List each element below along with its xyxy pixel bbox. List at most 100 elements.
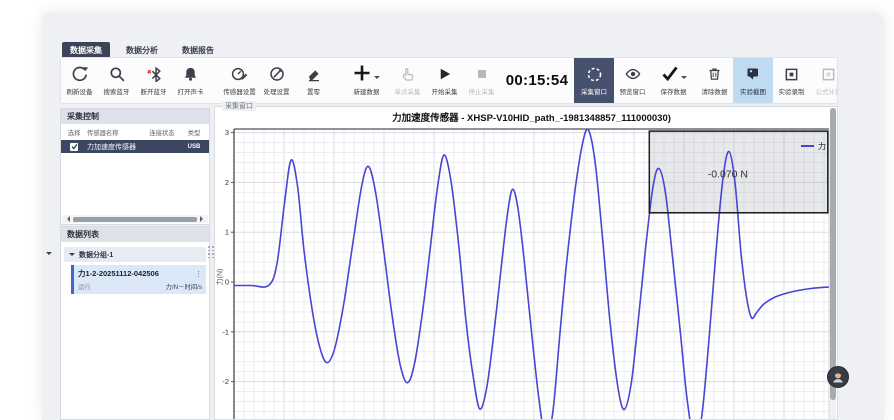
svg-text:2: 2 [225,178,229,187]
dashed-circle-icon [586,66,603,83]
disconnect-bluetooth-button[interactable]: 断开蓝牙 [135,58,172,103]
svg-text:-1: -1 [222,327,229,336]
data-group-row[interactable]: 数据分组-1 [64,247,206,262]
button-label: 置零 [307,86,320,96]
svg-text:1: 1 [225,228,229,237]
person-avatar-icon [831,370,845,384]
experiment-snapshot-button[interactable]: 实验截图 [733,58,773,103]
button-label: 刷新设备 [67,86,93,96]
button-label: 搜索蓝牙 [104,86,130,96]
button-label: 采集窗口 [581,86,607,96]
eye-icon [625,66,641,83]
search-bluetooth-button[interactable]: 搜索蓝牙 [98,58,135,103]
button-label: 打开声卡 [178,86,204,96]
force-time-chart[interactable]: 3 2 1 0 -1 -2 力(N) -0.070 N 力 力加速度传感器 - XHSP-V10H… [215,107,837,419]
start-collect-button[interactable]: 开始采集 [426,58,463,103]
eraser-icon [306,66,322,83]
edit-circle-icon [269,66,285,83]
formula-icon [821,66,836,83]
svg-text:力加速度传感器 - XHSP-V10HID_path_-19: 力加速度传感器 - XHSP-V10HID_path_-1981348857_1… [392,112,671,124]
timer-display: 00:15:54 [500,58,574,103]
play-icon [437,66,452,83]
single-point-collect-button[interactable]: 单点采集 [389,58,426,103]
button-label: 保存数据 [661,86,687,96]
trash-icon [707,66,722,83]
search-icon [109,66,125,83]
svg-text:力(N): 力(N) [215,269,224,286]
sensor-table-header: 选择 传感器名称 连接状态 类型 [61,124,209,140]
refresh-icon [72,66,88,83]
formula-calc-button[interactable]: 公式计算 [810,58,838,103]
button-label: 停止采集 [469,86,495,96]
col-type: 类型 [181,128,207,137]
bell-icon [183,66,198,83]
app-window: 数据采集 数据分析 数据报告 刷新设备 搜索蓝牙 断开蓝牙 打开声卡 传感器设置… [0,0,894,420]
data-list-panel: 数据列表 数据分组-1 力1-2-20251112-042506 ⋮ 运行 力/… [60,226,210,420]
item-axes: 力/N－时间/s [166,282,202,291]
save-data-button[interactable]: 保存数据 [651,58,696,103]
experiment-record-button[interactable]: 实验录制 [773,58,810,103]
col-connect-status: 连接状态 [143,128,181,137]
snapshot-icon [745,66,761,83]
button-label: 公式计算 [816,86,839,96]
stop-icon [475,66,489,83]
svg-text:0: 0 [225,278,229,287]
expand-arrow-icon[interactable] [69,253,75,259]
horizontal-scrollbar[interactable] [62,215,208,223]
sensor-checkbox[interactable] [70,143,78,151]
item-status: 运行 [78,282,91,291]
stop-collect-button[interactable]: 停止采集 [463,58,500,103]
bluetooth-disconnect-icon [146,66,162,83]
button-label: 预览窗口 [620,86,646,96]
data-list-item[interactable]: 力1-2-20251112-042506 ⋮ 运行 力/N－时间/s [71,265,206,294]
collect-control-panel: 采集控制 选择 传感器名称 连接状态 类型 力加速度传感器 USB [60,108,210,225]
button-label: 开始采集 [432,86,458,96]
scrollbar-thumb[interactable] [830,108,836,400]
chart-groupbox-label: 采集窗口 [222,101,256,111]
col-sensor-name: 传感器名称 [87,128,143,137]
svg-text:-2: -2 [222,377,229,386]
group-label: 数据分组-1 [79,250,113,260]
collect-window-chart-panel[interactable]: 3 2 1 0 -1 -2 力(N) -0.070 N 力 力加速度传感器 - XHSP-V10H… [214,106,838,420]
set-zero-button[interactable]: 置零 [295,58,332,103]
button-label: 处理设置 [264,86,290,96]
button-label: 新建数据 [354,86,380,96]
toolbar: 刷新设备 搜索蓝牙 断开蓝牙 打开声卡 传感器设置 处理设置 置零 新建数据 [60,57,838,104]
button-label: 清除数据 [702,86,728,96]
scroll-left-arrow-icon[interactable] [64,216,70,222]
refresh-device-button[interactable]: 刷新设备 [61,58,98,103]
sensor-row-selected[interactable]: 力加速度传感器 USB [61,140,209,153]
button-label: 实验截图 [740,86,766,96]
svg-text:-0.070 N: -0.070 N [708,168,748,180]
process-settings-button[interactable]: 处理设置 [258,58,295,103]
elapsed-time: 00:15:54 [506,72,568,89]
scroll-right-arrow-icon[interactable] [200,216,206,222]
preview-window-button[interactable]: 预览窗口 [614,58,651,103]
record-icon [784,66,799,83]
sensor-type: USB [181,144,207,150]
col-select: 选择 [61,128,87,137]
check-icon [661,65,678,83]
new-data-button[interactable]: 新建数据 [344,58,389,103]
chevron-down-icon[interactable] [374,76,380,82]
plus-icon [353,64,371,84]
chevron-down-icon[interactable] [681,76,687,82]
collect-window-button[interactable]: 采集窗口 [574,58,614,103]
svg-text:力: 力 [818,141,826,151]
button-label: 传感器设置 [223,86,256,96]
sensor-settings-button[interactable]: 传感器设置 [221,58,258,103]
svg-text:3: 3 [225,128,229,137]
sidebar-collapse-arrow[interactable] [46,252,52,258]
kebab-menu-icon[interactable]: ⋮ [195,270,202,278]
open-soundcard-button[interactable]: 打开声卡 [172,58,209,103]
sensor-name: 力加速度传感器 [87,142,143,152]
assistant-avatar-button[interactable] [827,366,849,388]
panel-title: 采集控制 [61,109,209,124]
clear-data-button[interactable]: 清除数据 [696,58,733,103]
scrollbar-thumb[interactable] [73,217,197,222]
item-title: 力1-2-20251112-042506 [78,268,159,279]
button-label: 实验录制 [779,86,805,96]
button-label: 断开蓝牙 [141,86,167,96]
button-label: 单点采集 [395,86,421,96]
panel-title: 数据列表 [61,227,209,242]
